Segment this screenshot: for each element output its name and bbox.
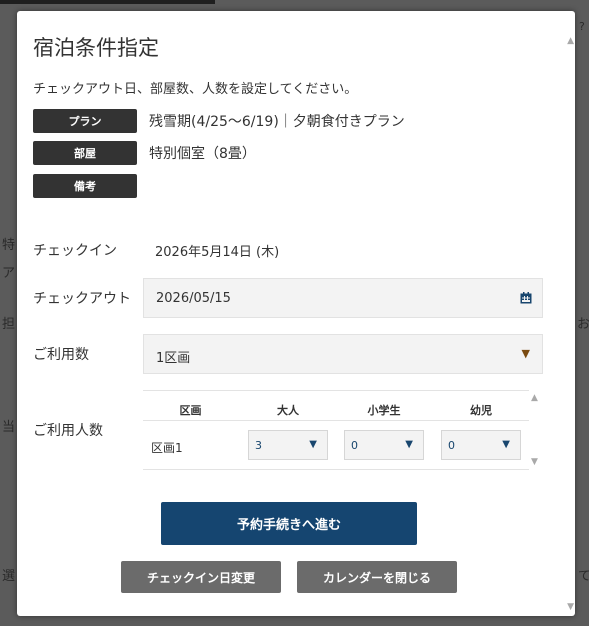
dialog-instructions: チェックアウト日、部屋数、人数を設定してください。 xyxy=(33,82,358,97)
elementary-value: 0 xyxy=(351,439,358,452)
dropdown-arrow-icon: ▼ xyxy=(502,439,510,450)
section-name: 区画1 xyxy=(151,441,183,455)
background-text: 当 xyxy=(2,420,16,435)
checkin-date: 2026年5月14日 (木) xyxy=(155,245,280,260)
background-text: お xyxy=(577,317,589,332)
elementary-select[interactable]: 0 ▼ xyxy=(344,430,424,460)
infants-select[interactable]: 0 ▼ xyxy=(441,430,521,460)
background-text: 担 xyxy=(2,317,16,332)
background-text: 選 xyxy=(2,569,16,584)
guest-count-table: 区画 大人 小学生 幼児 区画1 3 ▼ 0 ▼ 0 ▼ xyxy=(143,390,529,470)
adults-select[interactable]: 3 ▼ xyxy=(248,430,328,460)
checkout-label: チェックアウト xyxy=(33,291,131,307)
scroll-down-icon[interactable]: ▼ xyxy=(567,603,574,612)
background-header-bar xyxy=(0,0,215,4)
scroll-up-icon[interactable]: ▲ xyxy=(567,37,574,46)
infants-value: 0 xyxy=(448,439,455,452)
checkin-label: チェックイン xyxy=(33,243,117,259)
dropdown-arrow-icon: ▼ xyxy=(405,439,413,450)
column-header-infants: 幼児 xyxy=(470,404,492,417)
dropdown-arrow-icon: ▼ xyxy=(309,439,317,450)
guest-count-label: ご利用人数 xyxy=(33,423,103,439)
stay-conditions-dialog: ▲ ▼ 宿泊条件指定 チェックアウト日、部屋数、人数を設定してください。 プラン… xyxy=(17,11,575,616)
checkout-date-value: 2026/05/15 xyxy=(156,291,231,306)
background-text: て xyxy=(578,569,589,584)
usage-count-select[interactable]: 1区画 ▼ xyxy=(143,334,543,374)
close-calendar-button[interactable]: カレンダーを閉じる xyxy=(297,561,457,593)
table-scroll-down-icon[interactable]: ▼ xyxy=(531,457,538,467)
column-header-elementary: 小学生 xyxy=(367,404,401,417)
dropdown-arrow-icon: ▼ xyxy=(521,347,530,360)
plan-tag: プラン xyxy=(33,109,137,133)
room-value: 特別個室（8畳） xyxy=(149,146,256,162)
plan-value: 残雪期(4/25～6/19)｜夕朝食付きプラン xyxy=(149,114,405,130)
background-text: 特 xyxy=(2,238,16,253)
adults-value: 3 xyxy=(255,439,262,452)
dialog-title: 宿泊条件指定 xyxy=(33,36,159,60)
remarks-tag: 備考 xyxy=(33,174,137,198)
checkout-date-input[interactable]: 2026/05/15 xyxy=(143,278,543,318)
proceed-to-booking-button[interactable]: 予約手続きへ進む xyxy=(161,502,417,545)
table-scroll-up-icon[interactable]: ▲ xyxy=(531,393,538,403)
background-text: ? xyxy=(579,20,585,33)
room-tag: 部屋 xyxy=(33,141,137,165)
change-checkin-button[interactable]: チェックイン日変更 xyxy=(121,561,281,593)
usage-count-label: ご利用数 xyxy=(33,347,89,363)
usage-count-value: 1区画 xyxy=(156,351,191,366)
dialog-scrollbar[interactable]: ▲ ▼ xyxy=(563,11,575,616)
column-header-adults: 大人 xyxy=(277,404,299,417)
calendar-icon[interactable] xyxy=(520,292,532,304)
background-text: ア xyxy=(2,266,16,281)
column-header-section: 区画 xyxy=(179,404,202,417)
